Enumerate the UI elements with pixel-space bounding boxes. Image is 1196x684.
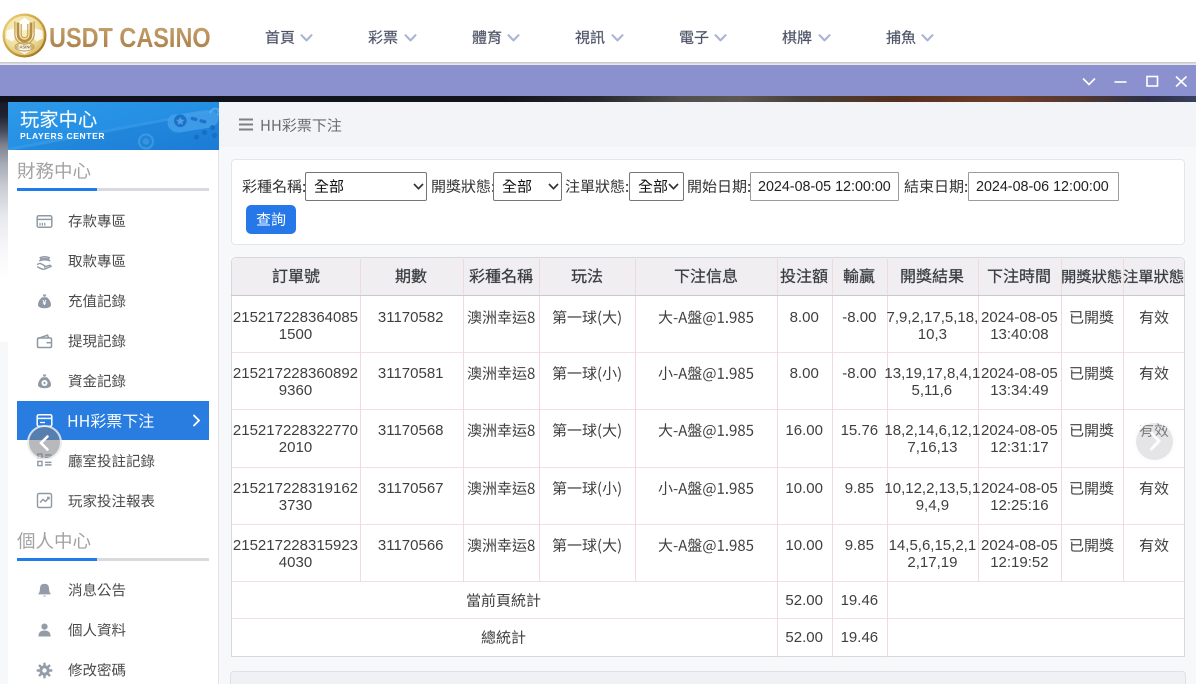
svg-text:¥: ¥ [43,299,47,306]
svg-text:CASINO: CASINO [16,44,33,49]
